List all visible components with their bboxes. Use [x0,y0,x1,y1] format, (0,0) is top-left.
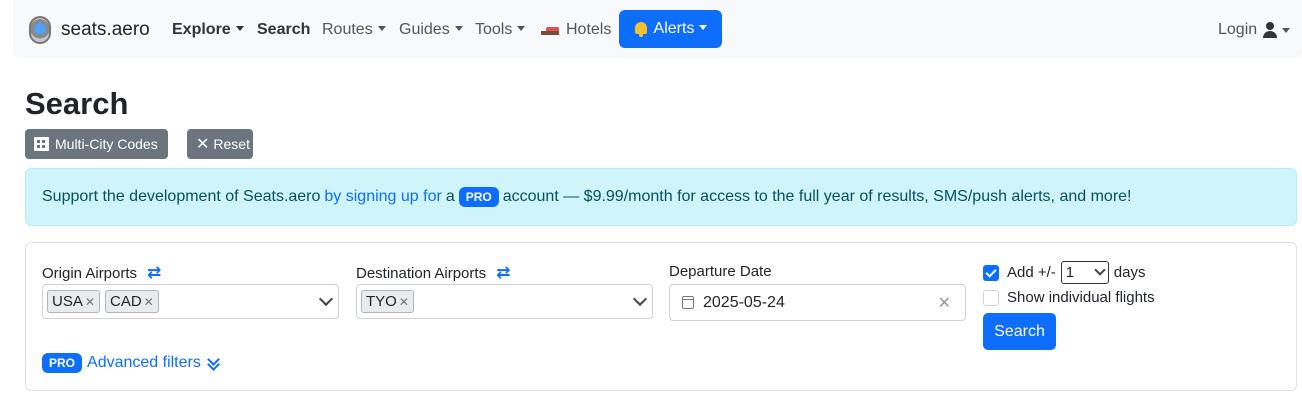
destination-label: Destination Airports ⇄ [356,263,510,283]
multi-city-codes-label: Multi-City Codes [55,136,158,152]
nav-guides[interactable]: Guides [399,21,463,39]
reset-button[interactable]: ✕ Reset [187,129,253,159]
clear-date-icon[interactable]: ✕ [938,293,951,313]
add-days-row: Add +/- 1 days [983,261,1145,284]
reset-label: Reset [213,136,250,152]
origin-tag-usa: USA ✕ [47,290,100,313]
departure-date-input[interactable]: 2025-05-24 ✕ [669,284,966,321]
alerts-button[interactable]: Alerts [619,10,722,48]
pro-badge: PRO [42,353,83,373]
departure-label: Departure Date [669,263,772,280]
alerts-label: Alerts [654,20,708,38]
add-days-label: Add +/- [1007,264,1056,281]
page-title: Search [25,86,129,121]
building-icon [34,137,49,151]
add-days-checkbox[interactable] [983,264,999,281]
departure-label-text: Departure Date [669,263,772,280]
signup-link[interactable]: by signing up for [324,188,441,206]
days-label: days [1113,264,1146,281]
origin-tag-label: CAD [110,293,142,310]
swap-arrows-icon[interactable]: ⇄ [496,263,510,283]
nav-explore[interactable]: Explore [172,21,244,39]
destination-label-text: Destination Airports [356,264,487,282]
remove-tag-icon[interactable]: ✕ [144,295,154,309]
destination-tag-tyo: TYO ✕ [361,290,414,313]
destination-tag-label: TYO [366,293,397,310]
nav-hotels[interactable]: Hotels [541,21,611,39]
advanced-filters-toggle[interactable]: PRO Advanced filters [42,353,219,373]
origin-airports-select[interactable]: USA ✕ CAD ✕ [42,284,339,319]
swap-arrows-icon[interactable]: ⇄ [147,263,161,283]
nav-search[interactable]: Search [257,21,310,39]
departure-date-value: 2025-05-24 [703,293,785,311]
show-individual-row: Show individual flights [983,289,1155,306]
days-select-value: 1 [1065,264,1075,281]
bell-icon [634,21,648,37]
advanced-filters-label: Advanced filters [87,354,201,371]
chevron-down-icon[interactable] [634,294,646,306]
user-icon [1263,22,1278,38]
promo-text-mid: a [445,188,455,205]
close-icon: ✕ [196,136,210,153]
calendar-icon [682,296,694,309]
seat-logo-icon [29,16,51,44]
destination-airports-select[interactable]: TYO ✕ [356,284,653,319]
double-chevron-down-icon [207,356,219,370]
show-individual-label: Show individual flights [1007,289,1155,306]
nav-routes[interactable]: Routes [322,21,386,39]
multi-city-codes-button[interactable]: Multi-City Codes [25,129,168,159]
promo-text-start: Support the development of Seats.aero [42,188,321,205]
login-label: Login [1218,21,1258,38]
origin-tag-cad: CAD ✕ [105,290,159,313]
brand[interactable]: seats.aero [29,16,150,44]
chevron-down-icon [1095,266,1104,275]
chevron-down-icon[interactable] [320,294,332,306]
promo-text-end: account — $9.99/month for access to the … [502,188,1132,205]
origin-label: Origin Airports ⇄ [42,263,161,283]
origin-tag-label: USA [52,293,83,310]
nav-hotels-label: Hotels [566,21,612,38]
search-button[interactable]: Search [983,313,1056,350]
origin-label-text: Origin Airports [42,264,138,282]
pro-badge: PRO [458,187,499,207]
login-menu[interactable]: Login [1218,21,1290,39]
search-form-card: Origin Airports ⇄ USA ✕ CAD ✕ Destination … [25,242,1297,391]
nav-tools[interactable]: Tools [475,21,525,39]
remove-tag-icon[interactable]: ✕ [399,295,409,309]
navbar: seats.aero Explore Search Routes Guides … [13,0,1302,58]
remove-tag-icon[interactable]: ✕ [85,295,95,309]
pro-promo-alert: Support the development of Seats.aero by… [25,168,1297,226]
bed-icon [541,23,559,35]
days-select[interactable]: 1 [1060,261,1109,284]
brand-name: seats.aero [61,19,150,40]
show-individual-checkbox[interactable] [983,289,999,306]
